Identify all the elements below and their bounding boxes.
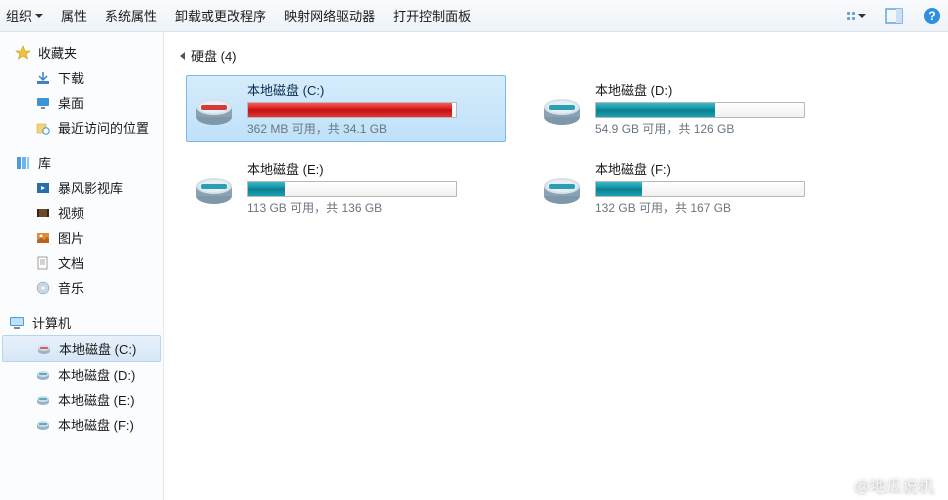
drive-icon bbox=[34, 366, 52, 384]
drive-icon bbox=[191, 86, 237, 132]
capacity-bar-fill bbox=[248, 103, 452, 117]
section-header-drives[interactable]: 硬盘 (4) bbox=[180, 42, 932, 69]
drive-grid: 本地磁盘 (C:) 362 MB 可用，共 34.1 GB 本地磁盘 (D:) … bbox=[180, 75, 932, 221]
drive-subtext: 362 MB 可用，共 34.1 GB bbox=[247, 120, 501, 137]
sidebar-item-label: 本地磁盘 (D:) bbox=[58, 365, 135, 384]
sidebar-item-drive-f[interactable]: 本地磁盘 (F:) bbox=[0, 412, 163, 437]
capacity-bar bbox=[595, 181, 805, 197]
drive-icon bbox=[539, 165, 585, 211]
drive-name: 本地磁盘 (C:) bbox=[247, 80, 501, 99]
drive-subtext: 54.9 GB 可用，共 126 GB bbox=[595, 120, 849, 137]
organize-button[interactable]: 组织 bbox=[6, 6, 43, 25]
sidebar-item-drive-d[interactable]: 本地磁盘 (D:) bbox=[0, 362, 163, 387]
section-title: 硬盘 (4) bbox=[191, 46, 237, 65]
capacity-bar-fill bbox=[596, 182, 642, 196]
sidebar-item-downloads[interactable]: 下载 bbox=[0, 65, 163, 90]
sidebar: 收藏夹 下载 桌面 最近访问的位置 库 暴风影视库 bbox=[0, 32, 164, 500]
sidebar-item-label: 本地磁盘 (F:) bbox=[58, 415, 134, 434]
video-icon bbox=[34, 204, 52, 222]
sidebar-item-drive-e[interactable]: 本地磁盘 (E:) bbox=[0, 387, 163, 412]
sidebar-header-favorites[interactable]: 收藏夹 bbox=[0, 40, 163, 65]
computer-label: 计算机 bbox=[32, 313, 71, 332]
open-control-panel-button[interactable]: 打开控制面板 bbox=[393, 6, 471, 25]
drive-icon bbox=[539, 86, 585, 132]
main-pane: 硬盘 (4) 本地磁盘 (C:) 362 MB 可用，共 34.1 GB bbox=[164, 32, 948, 500]
sidebar-item-label: 视频 bbox=[58, 203, 84, 222]
capacity-bar bbox=[595, 102, 805, 118]
sidebar-item-recent[interactable]: 最近访问的位置 bbox=[0, 115, 163, 140]
sidebar-item-label: 图片 bbox=[58, 228, 84, 247]
sidebar-item-documents[interactable]: 文档 bbox=[0, 250, 163, 275]
svg-text:?: ? bbox=[928, 9, 935, 23]
drive-item[interactable]: 本地磁盘 (C:) 362 MB 可用，共 34.1 GB bbox=[186, 75, 506, 142]
capacity-bar-fill bbox=[596, 103, 715, 117]
sidebar-item-pictures[interactable]: 图片 bbox=[0, 225, 163, 250]
content: 收藏夹 下载 桌面 最近访问的位置 库 暴风影视库 bbox=[0, 32, 948, 500]
download-icon bbox=[34, 69, 52, 87]
capacity-bar bbox=[247, 181, 457, 197]
favorites-label: 收藏夹 bbox=[38, 43, 77, 62]
drive-item[interactable]: 本地磁盘 (E:) 113 GB 可用，共 136 GB bbox=[186, 154, 506, 221]
preview-pane-icon[interactable] bbox=[884, 6, 904, 26]
sidebar-group-computer: 计算机 本地磁盘 (C:) 本地磁盘 (D:) 本地磁盘 (E:) 本地磁盘 (… bbox=[0, 310, 163, 437]
watermark: @地瓜说机 bbox=[832, 472, 934, 496]
video-lib-icon bbox=[34, 179, 52, 197]
sidebar-item-videos[interactable]: 视频 bbox=[0, 200, 163, 225]
sidebar-item-baofeng[interactable]: 暴风影视库 bbox=[0, 175, 163, 200]
drive-name: 本地磁盘 (D:) bbox=[595, 80, 849, 99]
sidebar-item-music[interactable]: 音乐 bbox=[0, 275, 163, 300]
collapse-arrow-icon bbox=[180, 52, 185, 60]
sidebar-item-desktop[interactable]: 桌面 bbox=[0, 90, 163, 115]
drive-name: 本地磁盘 (F:) bbox=[595, 159, 849, 178]
sidebar-item-label: 文档 bbox=[58, 253, 84, 272]
chevron-down-icon bbox=[35, 14, 43, 18]
sidebar-item-label: 下载 bbox=[58, 68, 84, 87]
watermark-text: @地瓜说机 bbox=[854, 472, 934, 496]
drive-icon bbox=[34, 416, 52, 434]
sidebar-item-drive-c[interactable]: 本地磁盘 (C:) bbox=[2, 335, 161, 362]
library-icon bbox=[14, 154, 32, 172]
document-icon bbox=[34, 254, 52, 272]
sidebar-item-label: 最近访问的位置 bbox=[58, 118, 149, 137]
libraries-label: 库 bbox=[38, 153, 51, 172]
drive-icon bbox=[191, 165, 237, 211]
drive-icon bbox=[34, 391, 52, 409]
properties-button[interactable]: 属性 bbox=[61, 6, 87, 25]
recent-icon bbox=[34, 119, 52, 137]
sidebar-item-label: 暴风影视库 bbox=[58, 178, 123, 197]
sidebar-item-label: 本地磁盘 (C:) bbox=[59, 339, 136, 358]
sidebar-header-computer[interactable]: 计算机 bbox=[0, 310, 163, 335]
view-options-icon[interactable] bbox=[846, 6, 866, 26]
computer-icon bbox=[8, 314, 26, 332]
help-icon[interactable]: ? bbox=[922, 6, 942, 26]
drive-subtext: 132 GB 可用，共 167 GB bbox=[595, 199, 849, 216]
capacity-bar-fill bbox=[248, 182, 285, 196]
chevron-down-icon bbox=[858, 14, 866, 18]
music-icon bbox=[34, 279, 52, 297]
drive-icon bbox=[35, 340, 53, 358]
capacity-bar bbox=[247, 102, 457, 118]
sidebar-item-label: 音乐 bbox=[58, 278, 84, 297]
uninstall-change-button[interactable]: 卸载或更改程序 bbox=[175, 6, 266, 25]
drive-item[interactable]: 本地磁盘 (D:) 54.9 GB 可用，共 126 GB bbox=[534, 75, 854, 142]
star-icon bbox=[14, 44, 32, 62]
sidebar-group-libraries: 库 暴风影视库 视频 图片 文档 音乐 bbox=[0, 150, 163, 300]
desktop-icon bbox=[34, 94, 52, 112]
map-network-drive-button[interactable]: 映射网络驱动器 bbox=[284, 6, 375, 25]
sidebar-group-favorites: 收藏夹 下载 桌面 最近访问的位置 bbox=[0, 40, 163, 140]
organize-label: 组织 bbox=[6, 6, 32, 25]
drive-name: 本地磁盘 (E:) bbox=[247, 159, 501, 178]
drive-subtext: 113 GB 可用，共 136 GB bbox=[247, 199, 501, 216]
sidebar-item-label: 桌面 bbox=[58, 93, 84, 112]
sidebar-item-label: 本地磁盘 (E:) bbox=[58, 390, 135, 409]
system-properties-button[interactable]: 系统属性 bbox=[105, 6, 157, 25]
drive-item[interactable]: 本地磁盘 (F:) 132 GB 可用，共 167 GB bbox=[534, 154, 854, 221]
paw-icon bbox=[832, 473, 850, 496]
toolbar: 组织 属性 系统属性 卸载或更改程序 映射网络驱动器 打开控制面板 ? bbox=[0, 0, 948, 32]
sidebar-header-libraries[interactable]: 库 bbox=[0, 150, 163, 175]
picture-icon bbox=[34, 229, 52, 247]
